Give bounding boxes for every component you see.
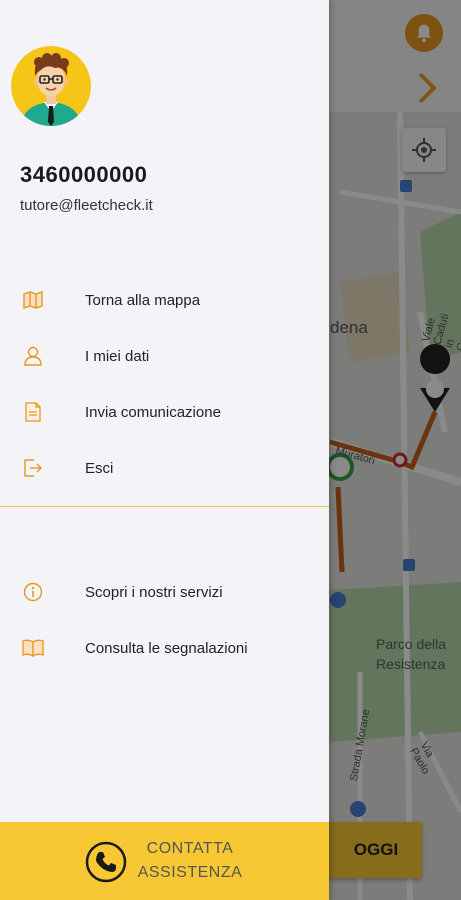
user-avatar-illustration [11,46,91,126]
logout-icon [22,457,44,479]
menu-item-scopri-servizi[interactable]: Scopri i nostri servizi [0,568,329,616]
info-icon [22,581,44,603]
map-icon [22,289,44,311]
menu-item-invia-comunicazione[interactable]: Invia comunicazione [0,388,329,436]
assist-line-1: CONTATTA [146,840,234,857]
menu-label: Torna alla mappa [85,291,201,309]
assist-line-2: ASSISTENZA [137,864,243,881]
menu-item-consulta-segnalazioni[interactable]: Consulta le segnalazioni [0,624,329,672]
menu-item-i-miei-dati[interactable]: I miei dati [0,332,329,380]
user-phone-number: 3460000000 [20,162,148,187]
book-icon [22,637,44,659]
navigation-drawer: 3460000000 tutore@fleetcheck.it Torna al… [0,0,329,900]
contact-assistance-label: CONTATTA ASSISTENZA [135,837,245,885]
menu-item-torna-alla-mappa[interactable]: Torna alla mappa [0,276,329,324]
menu-label: Consulta le segnalazioni [85,639,248,657]
menu-label: Esci [85,459,114,477]
menu-label: Scopri i nostri servizi [85,583,223,601]
menu-label: Invia comunicazione [85,403,221,421]
user-icon [22,345,44,367]
menu-item-esci[interactable]: Esci [0,444,329,492]
user-email: tutore@fleetcheck.it [20,197,153,214]
phone-icon [85,841,127,883]
send-document-icon [22,401,44,423]
menu-label: I miei dati [85,347,150,365]
menu-divider [0,506,329,507]
avatar[interactable] [11,46,91,126]
contact-assistance-button[interactable]: CONTATTA ASSISTENZA [0,822,329,900]
